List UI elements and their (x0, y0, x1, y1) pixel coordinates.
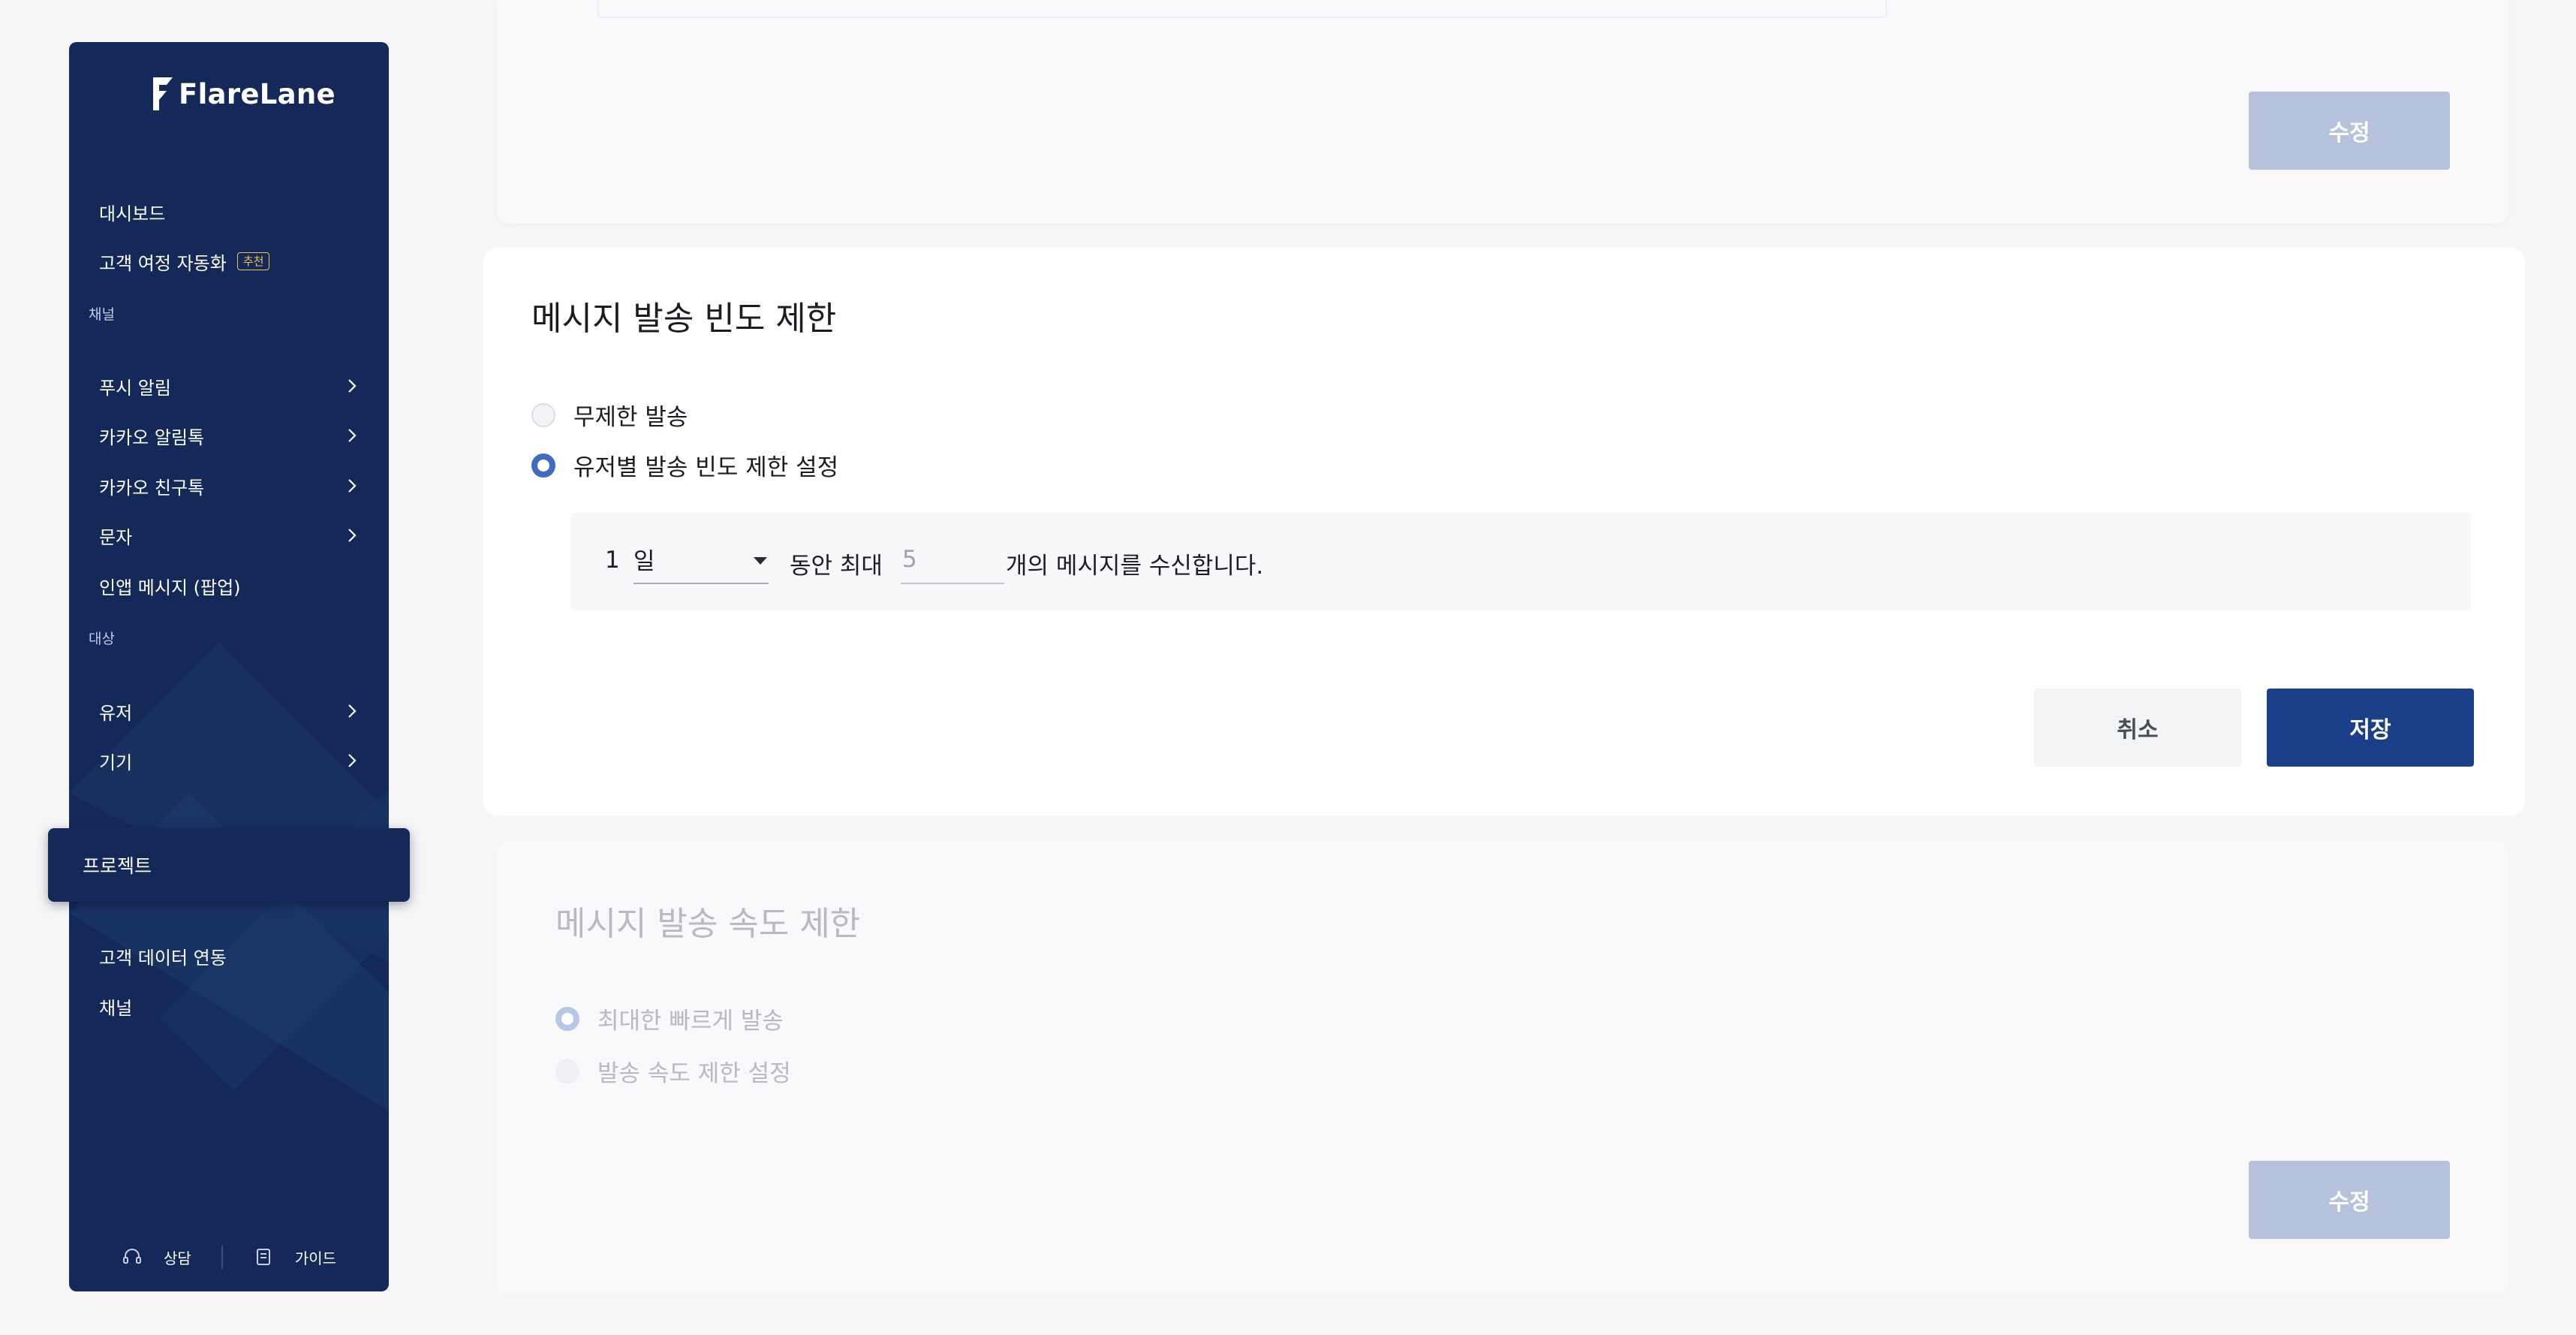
sidebar-item-devices[interactable]: 기기 (99, 738, 362, 783)
sidebar-item-customer-data[interactable]: 고객 데이터 연동 (99, 933, 362, 978)
radio-label: 유저별 발송 빈도 제한 설정 (573, 454, 839, 481)
chevron-right-icon (348, 429, 357, 442)
sidebar-item-label: 고객 데이터 연동 (99, 947, 227, 969)
radio-label: 최대한 빠르게 발송 (597, 1008, 784, 1035)
sidebar-item-label: 인앱 메시지 (팝업) (99, 577, 241, 598)
headset-icon (122, 1249, 141, 1264)
sidebar-item-label: 문자 (99, 526, 133, 548)
previous-settings-field (597, 0, 1887, 18)
book-icon (256, 1249, 270, 1265)
max-count-input[interactable] (901, 536, 1004, 584)
save-button[interactable]: 저장 (2267, 689, 2474, 767)
sidebar-item-dashboard[interactable]: 대시보드 (99, 189, 362, 234)
during-text: 동안 최대 (790, 553, 883, 580)
sidebar-item-label: 채널 (99, 997, 133, 1019)
caret-down-icon (754, 557, 767, 565)
sidebar-item-label: 기기 (99, 752, 133, 773)
guide-button[interactable]: 가이드 (223, 1246, 366, 1268)
sidebar-item-label: 카카오 친구톡 (99, 477, 205, 499)
sidebar-item-label: 푸시 알림 (99, 377, 171, 399)
chevron-right-icon (348, 754, 357, 767)
sidebar-item-kakao-alimtalk[interactable]: 카카오 알림톡 (99, 413, 362, 458)
radio-circle[interactable] (531, 453, 555, 478)
previous-settings-card: 수정 (497, 0, 2508, 224)
sidebar-item-label: 카카오 알림톡 (99, 426, 205, 448)
sidebar-item-journey-automation[interactable]: 고객 여정 자동화 추천 (99, 239, 362, 284)
section-label-channel: 채널 (89, 306, 115, 323)
edit-button[interactable]: 수정 (2249, 92, 2450, 170)
chevron-right-icon (348, 379, 357, 393)
sidebar-item-inapp-message[interactable]: 인앱 메시지 (팝업) (99, 563, 362, 608)
radio-circle[interactable] (555, 1006, 579, 1031)
sidebar-item-users[interactable]: 유저 (99, 689, 362, 734)
sidebar-item-settings-channel[interactable]: 채널 (99, 984, 362, 1029)
period-value: 1 (605, 547, 620, 574)
receive-text: 개의 메시지를 수신합니다. (1006, 553, 1264, 580)
consult-button[interactable]: 상담 (92, 1246, 221, 1268)
sidebar: FlareLane 대시보드 고객 여정 자동화 추천 채널 푸시 알림 카카오… (69, 42, 389, 1291)
radio-unlimited[interactable]: 무제한 발송 (531, 398, 688, 432)
card-title: 메시지 발송 속도 제한 (555, 905, 861, 943)
radio-max-speed[interactable]: 최대한 빠르게 발송 (555, 1002, 784, 1035)
period-unit-value: 일 (633, 548, 655, 575)
chevron-right-icon (348, 529, 357, 542)
guide-label: 가이드 (294, 1249, 336, 1267)
sidebar-item-push[interactable]: 푸시 알림 (99, 363, 362, 408)
sidebar-item-label: 유저 (99, 702, 133, 724)
sidebar-item-label: 고객 여정 자동화 (99, 252, 227, 274)
consult-label: 상담 (163, 1249, 191, 1267)
brand-name: FlareLane (179, 77, 336, 110)
sidebar-item-sms[interactable]: 문자 (99, 513, 362, 558)
sidebar-item-label: 대시보드 (99, 203, 166, 225)
radio-speed-limit[interactable]: 발송 속도 제한 설정 (555, 1054, 791, 1088)
flarelane-logo-icon (153, 77, 173, 110)
chevron-right-icon (348, 479, 357, 493)
radio-circle[interactable] (555, 1059, 579, 1083)
period-unit-select[interactable]: 일 (633, 536, 769, 584)
cancel-button[interactable]: 취소 (2034, 689, 2241, 767)
radio-per-user-limit[interactable]: 유저별 발송 빈도 제한 설정 (531, 448, 838, 482)
frequency-rule-box: 1 일 동안 최대 개의 메시지를 수신합니다. (570, 512, 2471, 611)
sidebar-item-project[interactable]: 프로젝트 (48, 828, 410, 902)
radio-circle[interactable] (531, 402, 555, 427)
section-label-target: 대상 (89, 631, 115, 647)
chevron-right-icon (348, 704, 357, 718)
edit-button[interactable]: 수정 (2249, 1161, 2450, 1239)
message-frequency-card: 메시지 발송 빈도 제한 무제한 발송 유저별 발송 빈도 제한 설정 1 일 … (483, 248, 2525, 815)
card-title: 메시지 발송 빈도 제한 (531, 300, 837, 338)
sidebar-item-kakao-friendtalk[interactable]: 카카오 친구톡 (99, 463, 362, 508)
sidebar-footer: 상담 가이드 (69, 1222, 389, 1291)
message-speed-card: 메시지 발송 속도 제한 최대한 빠르게 발송 발송 속도 제한 설정 수정 (497, 841, 2508, 1294)
recommend-badge: 추천 (236, 252, 270, 270)
radio-label: 발송 속도 제한 설정 (597, 1060, 791, 1087)
radio-label: 무제한 발송 (573, 404, 688, 431)
brand-logo[interactable]: FlareLane (150, 71, 336, 117)
sidebar-item-label: 프로젝트 (83, 855, 152, 877)
